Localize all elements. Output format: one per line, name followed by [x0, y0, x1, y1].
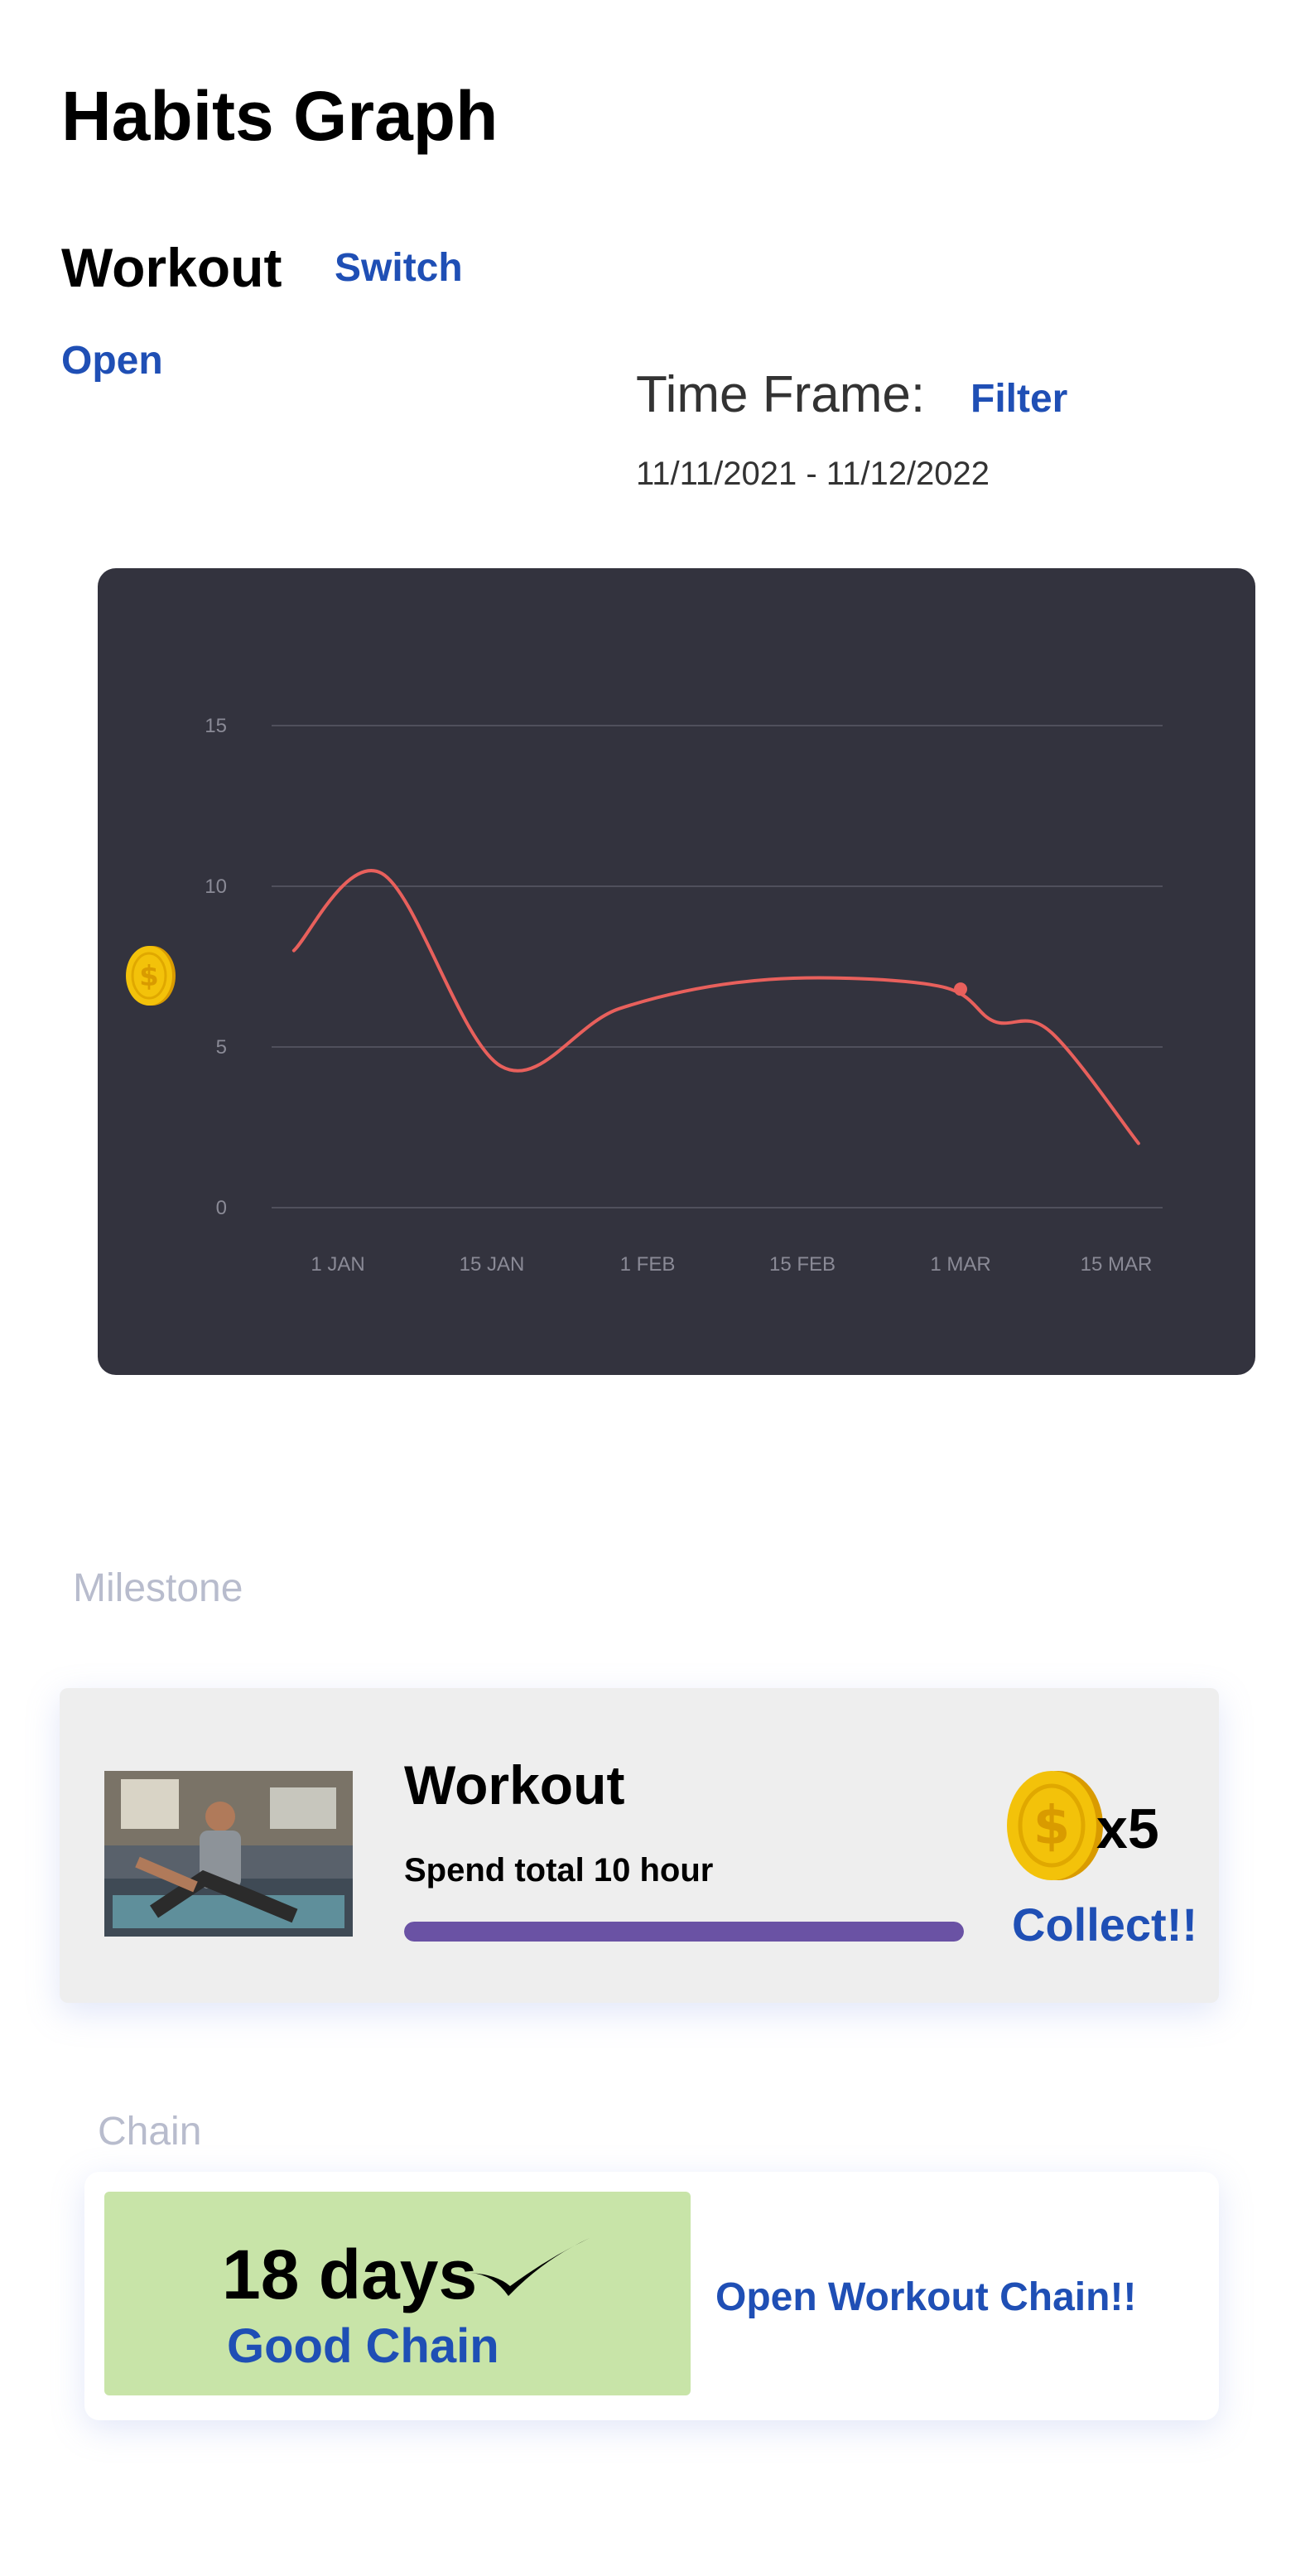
x-tick-label: 15 FEB	[769, 1253, 836, 1276]
reward-multiplier: x5	[1096, 1797, 1159, 1860]
checkmark-icon	[470, 2238, 590, 2296]
habit-name: Workout	[61, 237, 282, 298]
x-tick-label: 15 JAN	[460, 1253, 525, 1276]
line-chart: 0 5 10 15 1 JAN 15 JAN 1 FEB 15 FEB 1 MAR 15 MAR	[205, 715, 1163, 1276]
workout-photo	[104, 1771, 353, 1937]
y-tick-label: 15	[205, 715, 227, 737]
open-habit-link[interactable]: Open	[61, 338, 163, 384]
series-line	[291, 869, 1140, 1146]
switch-habit-link[interactable]: Switch	[335, 245, 463, 291]
y-tick-label: 0	[216, 1197, 227, 1219]
milestone-section-label: Milestone	[73, 1566, 243, 1610]
y-tick-label: 5	[216, 1036, 227, 1059]
filter-link[interactable]: Filter	[970, 376, 1067, 422]
coin-icon: $	[126, 946, 176, 1006]
chain-days: 18 days	[222, 2236, 478, 2313]
x-tick-label: 1 MAR	[930, 1253, 990, 1276]
milestone-card: Workout Spend total 10 hour $ x5 Collect…	[60, 1688, 1219, 2003]
time-frame-label: Time Frame:	[636, 366, 926, 423]
milestone-progress-bar	[404, 1922, 964, 1942]
page-title: Habits Graph	[61, 77, 498, 155]
highlight-point	[954, 982, 967, 996]
chain-summary: 18 days Good Chain	[104, 2192, 691, 2395]
open-chain-link[interactable]: Open Workout Chain!!	[715, 2278, 1136, 2318]
x-tick-label: 1 JAN	[311, 1253, 364, 1276]
svg-text:$: $	[139, 960, 159, 993]
y-tick-label: 10	[205, 876, 227, 898]
milestone-progress-fill	[404, 1922, 964, 1942]
chain-section-label: Chain	[98, 2110, 202, 2154]
chain-card: 18 days Good Chain Open Workout Chain!!	[84, 2172, 1219, 2420]
time-frame-range: 11/11/2021 - 11/12/2022	[636, 456, 990, 492]
milestone-subtitle: Spend total 10 hour	[404, 1852, 714, 1889]
habit-chart: 0 5 10 15 1 JAN 15 JAN 1 FEB 15 FEB 1 MAR 15 MAR …	[98, 568, 1255, 1375]
svg-text:$: $	[1033, 1796, 1071, 1857]
coin-icon: $	[1007, 1771, 1103, 1880]
milestone-title: Workout	[404, 1754, 625, 1816]
collect-button[interactable]: Collect!!	[1012, 1902, 1197, 1948]
x-tick-label: 1 FEB	[620, 1253, 676, 1276]
chain-status: Good Chain	[227, 2319, 499, 2373]
x-tick-label: 15 MAR	[1081, 1253, 1153, 1276]
